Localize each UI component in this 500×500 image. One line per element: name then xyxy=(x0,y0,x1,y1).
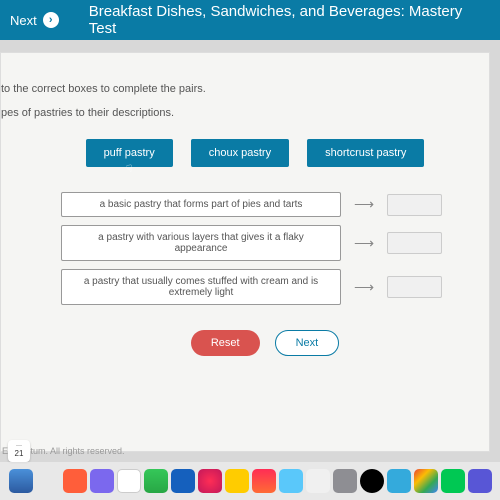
app-icon[interactable] xyxy=(468,469,492,493)
macos-dock xyxy=(0,462,500,500)
app-icon[interactable] xyxy=(63,469,87,493)
app-icon[interactable] xyxy=(441,469,465,493)
top-next-button[interactable]: Next › xyxy=(10,12,59,28)
description-3: a pastry that usually comes stuffed with… xyxy=(61,269,341,305)
app-icon[interactable] xyxy=(333,469,357,493)
matching-pairs: a basic pastry that forms part of pies a… xyxy=(61,192,469,305)
arrow-icon: ⟶ xyxy=(349,196,379,213)
page-title: Breakfast Dishes, Sandwiches, and Bevera… xyxy=(89,3,490,37)
app-icon[interactable] xyxy=(225,469,249,493)
content-panel: to the correct boxes to complete the pai… xyxy=(0,52,490,452)
next-arrow-icon: › xyxy=(43,12,59,28)
pair-row: a basic pastry that forms part of pies a… xyxy=(61,192,469,217)
draggable-chips: puff pastry ☟ choux pastry shortcrust pa… xyxy=(41,139,469,167)
facetime-icon[interactable] xyxy=(144,469,168,493)
appstore-icon[interactable] xyxy=(387,469,411,493)
app-icon[interactable] xyxy=(306,469,330,493)
description-1: a basic pastry that forms part of pies a… xyxy=(61,192,341,217)
chip-choux-pastry[interactable]: choux pastry xyxy=(191,139,289,167)
pair-row: a pastry with various layers that gives … xyxy=(61,225,469,261)
app-icon[interactable] xyxy=(36,469,60,493)
chip-shortcrust-pastry[interactable]: shortcrust pastry xyxy=(307,139,424,167)
next-button[interactable]: Next xyxy=(275,330,340,356)
finder-icon[interactable] xyxy=(9,469,33,493)
app-icon[interactable] xyxy=(90,469,114,493)
top-bar: Next › Breakfast Dishes, Sandwiches, and… xyxy=(0,0,500,40)
drop-target-3[interactable] xyxy=(387,276,442,298)
reset-button[interactable]: Reset xyxy=(191,330,260,356)
app-icon[interactable] xyxy=(279,469,303,493)
hand-cursor-icon: ☟ xyxy=(126,164,132,175)
mail-icon[interactable] xyxy=(171,469,195,493)
description-2: a pastry with various layers that gives … xyxy=(61,225,341,261)
appletv-icon[interactable] xyxy=(360,469,384,493)
instruction-line-2: pes of pastries to their descriptions. xyxy=(1,107,469,119)
app-icon[interactable] xyxy=(252,469,276,493)
calendar-icon[interactable]: — 21 xyxy=(8,440,30,462)
action-buttons: Reset Next xyxy=(61,330,469,356)
arrow-icon: ⟶ xyxy=(349,279,379,296)
chrome-icon[interactable] xyxy=(414,469,438,493)
chip-puff-pastry[interactable]: puff pastry ☟ xyxy=(86,139,173,167)
music-icon[interactable] xyxy=(198,469,222,493)
app-icon[interactable] xyxy=(117,469,141,493)
drop-target-2[interactable] xyxy=(387,232,442,254)
arrow-icon: ⟶ xyxy=(349,235,379,252)
next-label: Next xyxy=(10,13,37,28)
instruction-line-1: to the correct boxes to complete the pai… xyxy=(1,83,469,95)
drop-target-1[interactable] xyxy=(387,194,442,216)
pair-row: a pastry that usually comes stuffed with… xyxy=(61,269,469,305)
